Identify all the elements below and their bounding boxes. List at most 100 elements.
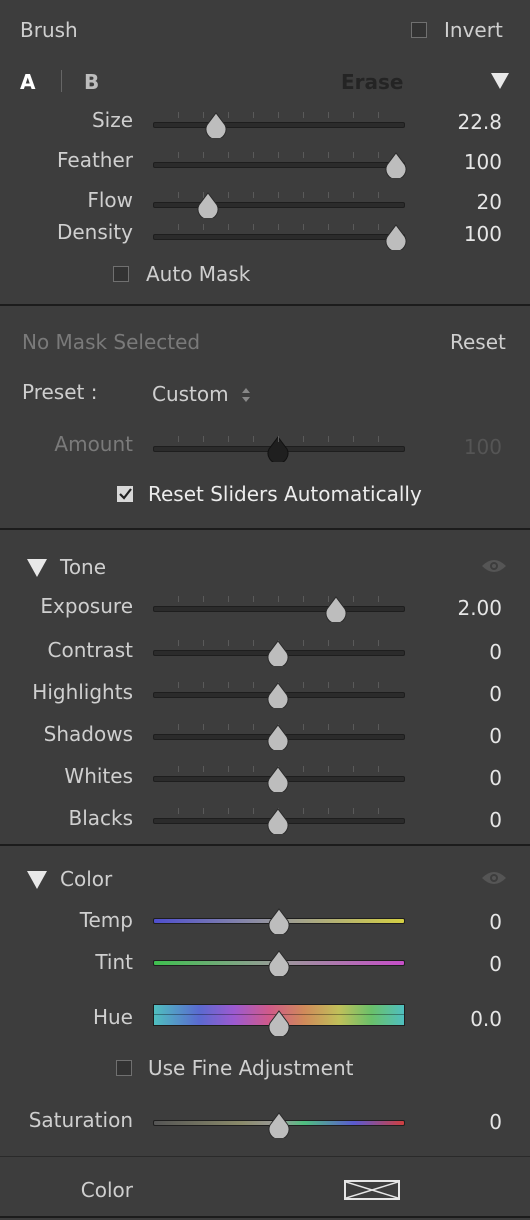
slider-thumb[interactable] [267,724,289,750]
slider-value: 100 [463,150,502,174]
slider-ticks [153,192,403,198]
tick-mark [278,112,279,118]
tick-mark [353,224,354,230]
tick-mark [228,640,229,646]
temp-label: Temp [79,908,133,932]
tick-mark [203,596,204,602]
reset-button[interactable]: Reset [450,330,506,354]
slider-track[interactable] [153,162,405,168]
tick-mark [303,724,304,730]
tick-mark [353,596,354,602]
slider-label: Blacks [68,806,133,830]
tick-mark [303,436,304,442]
slider-label: Shadows [43,722,133,746]
divider [0,528,530,530]
tick-mark [303,808,304,814]
tick-mark [328,112,329,118]
eye-icon[interactable] [481,557,507,575]
brush-panel-menu-icon[interactable] [490,72,510,90]
slider-thumb[interactable] [205,112,227,138]
tick-mark [253,224,254,230]
tick-mark [303,682,304,688]
slider-value: 0 [489,724,502,748]
tick-mark [178,596,179,602]
tick-mark [203,766,204,772]
tick-mark [178,436,179,442]
brush-tab-b[interactable]: B [84,70,99,94]
reset-sliders-checkbox[interactable] [117,486,133,502]
checkmark-icon [119,488,132,500]
amount-value: 100 [463,435,502,459]
tick-mark [253,192,254,198]
tick-mark [228,112,229,118]
auto-mask-checkbox[interactable] [113,266,129,282]
eye-icon[interactable] [481,869,507,887]
slider-label: Whites [64,764,133,788]
slider-label: Density [56,220,133,244]
slider-thumb[interactable] [197,192,219,218]
slider-label: Exposure [40,594,133,618]
tab-divider [61,70,62,92]
slider-track[interactable] [153,202,405,208]
slider-thumb[interactable] [267,766,289,792]
hue-slider-thumb[interactable] [268,1010,290,1036]
tick-mark [328,192,329,198]
tint-slider-thumb[interactable] [268,950,290,976]
slider-thumb[interactable] [267,808,289,834]
tick-mark [203,640,204,646]
tick-mark [378,224,379,230]
invert-checkbox[interactable] [411,22,427,38]
tick-mark [303,224,304,230]
tick-mark [353,112,354,118]
temp-slider-thumb[interactable] [268,908,290,934]
tick-mark [228,724,229,730]
amount-label: Amount [54,432,133,456]
saturation-slider-thumb[interactable] [268,1112,290,1138]
tick-mark [353,152,354,158]
color-swatch[interactable] [344,1180,400,1200]
updown-chevron-icon[interactable] [240,386,252,404]
tick-mark [178,808,179,814]
slider-ticks [153,436,403,442]
tick-mark [378,152,379,158]
preset-select[interactable]: Custom [152,382,229,406]
tick-mark [303,192,304,198]
tick-mark [378,596,379,602]
tick-mark [203,436,204,442]
tick-mark [228,436,229,442]
tick-mark [328,436,329,442]
tick-mark [253,112,254,118]
erase-tab[interactable]: Erase [341,70,404,94]
divider [0,1216,530,1218]
color-title: Color [60,867,113,891]
slider-thumb[interactable] [385,152,407,178]
fine-adjust-checkbox[interactable] [116,1060,132,1076]
slider-thumb[interactable] [325,596,347,622]
divider [0,844,530,846]
tick-mark [178,766,179,772]
tick-mark [303,766,304,772]
tick-mark [228,808,229,814]
slider-track[interactable] [153,606,405,612]
preset-label: Preset : [22,380,98,404]
slider-thumb[interactable] [385,224,407,250]
slider-ticks [153,152,403,158]
slider-value: 0 [489,640,502,664]
swatch-label: Color [80,1178,133,1202]
slider-thumb[interactable] [267,682,289,708]
mask-status: No Mask Selected [22,330,201,354]
brush-tab-a[interactable]: A [20,70,35,94]
tick-mark [178,224,179,230]
tick-mark [378,808,379,814]
tick-mark [253,640,254,646]
slider-track[interactable] [153,122,405,128]
hue-label: Hue [92,1005,133,1029]
tick-mark [203,682,204,688]
slider-thumb[interactable] [267,640,289,666]
tick-mark [278,224,279,230]
collapse-triangle-icon[interactable] [26,870,48,890]
collapse-triangle-icon[interactable] [26,558,48,578]
tick-mark [353,724,354,730]
tick-mark [253,436,254,442]
slider-track[interactable] [153,234,405,240]
